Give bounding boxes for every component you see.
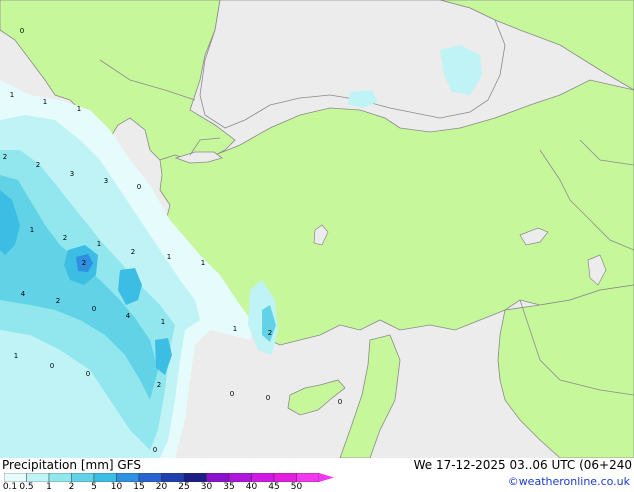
forecast-datetime: We 17-12-2025 03..06 UTC (06+240 — [413, 458, 632, 472]
value-label: 0 — [20, 27, 24, 35]
value-label: 0 — [50, 362, 54, 370]
value-label: 1 — [43, 98, 47, 106]
map-title: Precipitation [mm] GFS — [2, 458, 141, 472]
value-label: 1 — [97, 240, 101, 248]
legend-tick-label: 2 — [68, 482, 75, 492]
legend-swatch — [206, 473, 230, 482]
legend-tick-label: 30 — [200, 482, 213, 492]
value-label: 2 — [3, 153, 7, 161]
value-label: 1 — [161, 318, 165, 326]
legend-tick-label: 0.1 — [2, 482, 18, 492]
value-label: 1 — [14, 352, 18, 360]
legend-swatch — [48, 473, 72, 482]
legend-swatch — [296, 473, 320, 482]
value-label: 0 — [338, 398, 342, 406]
value-label: 1 — [233, 325, 237, 333]
value-label: 2 — [131, 248, 135, 256]
value-label: 2 — [63, 234, 67, 242]
value-label: 2 — [36, 161, 40, 169]
legend-tick-label: 10 — [110, 482, 123, 492]
legend-swatch — [228, 473, 252, 482]
legend-tick-label: 45 — [268, 482, 280, 492]
copyright-link[interactable]: ©weatheronline.co.uk — [508, 475, 630, 488]
value-label: 0 — [230, 390, 234, 398]
value-label: 2 — [82, 259, 86, 267]
legend-tick-label: 1 — [46, 482, 52, 492]
footer: Precipitation [mm] GFS We 17-12-2025 03.… — [0, 458, 634, 492]
legend-swatch — [116, 473, 140, 482]
value-label: 1 — [201, 259, 205, 267]
value-label: 0 — [137, 183, 141, 191]
value-label: 0 — [153, 446, 157, 454]
legend-tick-label: 25 — [178, 482, 190, 492]
value-label: 2 — [56, 297, 60, 305]
legend-swatch — [161, 473, 185, 482]
value-label: 0 — [86, 370, 90, 378]
value-label: 1 — [167, 253, 171, 261]
value-label: 2 — [157, 381, 161, 389]
value-label: 4 — [21, 290, 26, 298]
legend-swatch — [273, 473, 297, 482]
legend-tick-label: 35 — [223, 482, 235, 492]
value-label: 3 — [70, 170, 74, 178]
legend-color-bar — [4, 473, 334, 482]
legend-tick-label: 50 — [290, 482, 303, 492]
legend-overflow-arrow — [319, 473, 334, 482]
value-label: 1 — [10, 91, 14, 99]
value-label: 1 — [30, 226, 34, 234]
legend-swatch — [251, 473, 275, 482]
value-label: 2 — [268, 329, 272, 337]
value-label: 3 — [104, 177, 108, 185]
value-label: 4 — [126, 312, 131, 320]
legend-swatch — [183, 473, 207, 482]
value-label: 1 — [77, 105, 81, 113]
legend-swatch — [71, 473, 95, 482]
precipitation-map: 0 1 1 1 2 2 3 3 0 1 2 1 2 1 2 1 4 2 0 4 … — [0, 0, 634, 458]
legend-swatch — [4, 473, 27, 482]
value-label: 0 — [266, 394, 270, 402]
legend-swatch — [138, 473, 162, 482]
value-label: 0 — [92, 305, 96, 313]
legend-tick-label: 40 — [245, 482, 258, 492]
legend-swatch — [93, 473, 117, 482]
legend-tick-label: 15 — [133, 482, 145, 492]
legend-tick-label: 5 — [91, 482, 97, 492]
legend-tick-label: 0.5 — [19, 482, 34, 492]
legend-tick-label: 20 — [155, 482, 168, 492]
legend-swatch — [26, 473, 50, 482]
